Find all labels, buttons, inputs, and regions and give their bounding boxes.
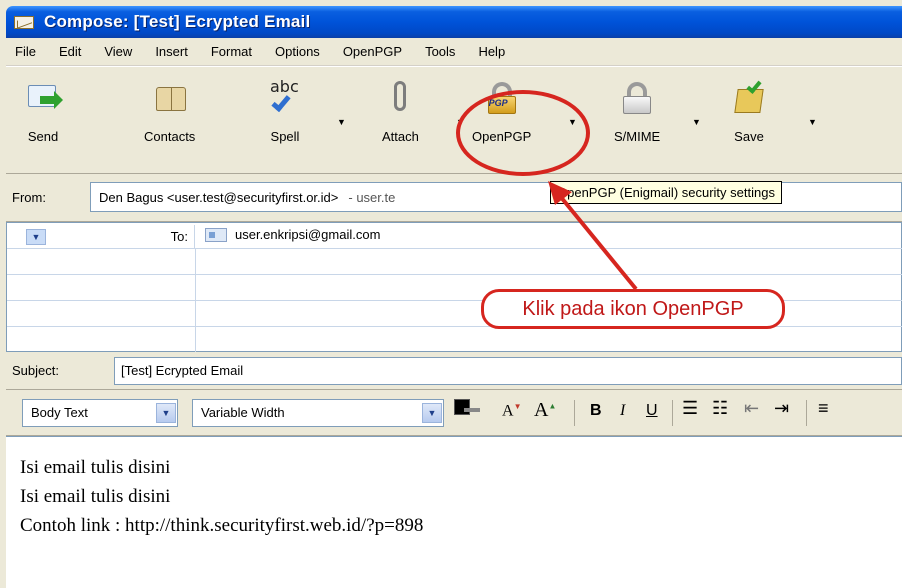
annotation-callout: Klik pada ikon OpenPGP xyxy=(481,289,785,329)
compose-window: Compose: [Test] Ecrypted Email File Edit… xyxy=(0,0,902,588)
